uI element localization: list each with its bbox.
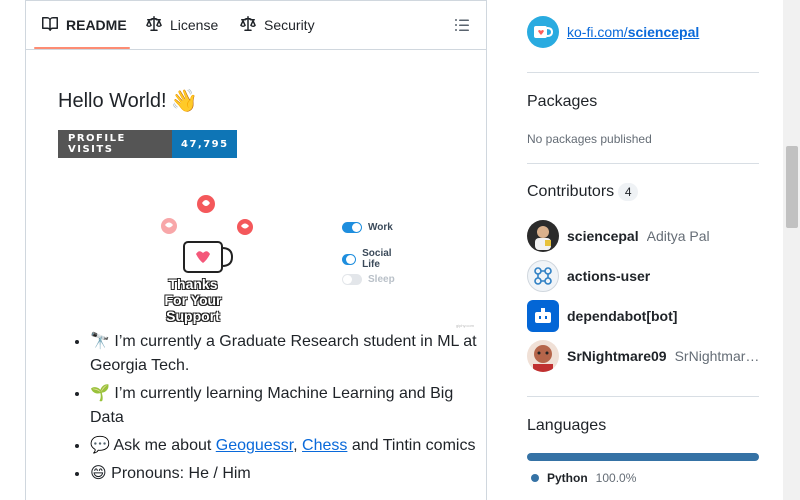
contributors-count: 4	[618, 183, 639, 201]
scale-icon	[240, 15, 256, 35]
contributor-login[interactable]: sciencepal	[567, 228, 639, 244]
kofi-cup-icon	[527, 16, 559, 48]
readme-heading: Hello World! 👋	[58, 88, 198, 114]
contributor-row[interactable]: SrNightmare09 SrNightmare09	[527, 340, 767, 372]
packages-empty-text: No packages published	[527, 132, 652, 146]
sponsor-handle: sciencepal	[627, 24, 700, 40]
list-item: 😄 Pronouns: He / Him	[90, 462, 486, 486]
toggle-switch-icon	[342, 253, 357, 265]
toggle-social-life: Social Life	[342, 248, 397, 270]
readme-heading-text: Hello World!	[58, 89, 167, 112]
dependabot-icon[interactable]	[527, 300, 559, 332]
speech-bubble-icon: 💬	[90, 437, 110, 454]
contributor-name: Aditya Pal	[646, 228, 710, 244]
waving-hand-icon: 👋	[170, 88, 198, 113]
tab-license[interactable]: License	[146, 0, 218, 50]
language-item[interactable]: Python 100.0%	[531, 471, 636, 485]
chess-link[interactable]: Chess	[302, 437, 347, 454]
toggle-switch-icon	[342, 274, 362, 285]
thanks-text: Thanks For Your Support	[164, 276, 222, 324]
divider	[527, 72, 759, 73]
language-name: Python	[547, 471, 588, 485]
avatar[interactable]	[527, 220, 559, 252]
scrollbar-thumb[interactable]	[786, 146, 798, 228]
list-item: 💬 Ask me about Geoguessr, Chess and Tint…	[90, 434, 486, 458]
tab-security-label: Security	[264, 17, 315, 33]
tab-license-label: License	[170, 17, 219, 33]
telescope-icon: 🔭	[90, 333, 110, 350]
languages-heading: Languages	[527, 417, 607, 434]
floating-hearts-icon	[161, 195, 253, 273]
book-icon	[42, 16, 58, 35]
contributor-row[interactable]: actions-user	[527, 260, 767, 292]
avatar[interactable]	[527, 260, 559, 292]
sponsor-prefix: ko-fi.com/	[567, 24, 628, 40]
geoguessr-link[interactable]: Geoguessr	[216, 437, 293, 454]
contributor-login[interactable]: dependabot[bot]	[567, 308, 677, 324]
language-percent: 100.0%	[595, 471, 637, 485]
contributors-title[interactable]: Contributors	[527, 183, 614, 200]
packages-heading[interactable]: Packages	[527, 93, 597, 111]
contributor-row[interactable]: sciencepal Aditya Pal	[527, 220, 767, 252]
badge-label: PROFILE VISITS	[58, 130, 172, 158]
outline-list-icon[interactable]	[454, 17, 470, 33]
profile-visits-badge: PROFILE VISITS 47,795	[58, 130, 237, 158]
watermark: giphy.com	[456, 323, 474, 328]
contributor-login[interactable]: SrNightmare09	[567, 348, 667, 364]
scale-icon	[146, 15, 162, 35]
readme-card: README License Security Hello World! 👋 P…	[25, 0, 487, 500]
contributor-login[interactable]: actions-user	[567, 268, 650, 284]
list-item: 🌱 I’m currently learning Machine Learnin…	[90, 382, 486, 430]
toggle-switch-icon	[342, 222, 362, 233]
badge-value: 47,795	[172, 130, 237, 158]
contributor-row[interactable]: dependabot[bot]	[527, 300, 767, 332]
list-item: 🔭 I’m currently a Graduate Research stud…	[90, 330, 486, 378]
avatar[interactable]	[527, 340, 559, 372]
readme-tabs: README License Security	[26, 0, 486, 50]
contributor-name: SrNightmare09	[674, 348, 767, 364]
sponsor-link[interactable]: ko-fi.com/sciencepal	[527, 16, 699, 48]
page-scrollbar[interactable]	[783, 0, 800, 500]
python-color-dot	[531, 474, 539, 482]
smiling-face-icon: 😄	[90, 465, 107, 482]
contributors-heading: Contributors 4	[527, 183, 639, 201]
toggle-sleep: Sleep	[342, 274, 395, 285]
divider	[527, 396, 759, 397]
tab-readme-label: README	[66, 17, 127, 33]
about-list: 🔭 I’m currently a Graduate Research stud…	[90, 330, 486, 490]
active-tab-indicator	[34, 47, 130, 49]
language-bar	[527, 453, 759, 461]
toggle-work: Work	[342, 222, 393, 233]
tab-readme[interactable]: README	[42, 0, 127, 50]
seedling-icon: 🌱	[90, 385, 110, 402]
tab-security[interactable]: Security	[240, 0, 315, 50]
divider	[527, 163, 759, 164]
support-animation: Thanks For Your Support Work Social Life…	[126, 190, 474, 330]
